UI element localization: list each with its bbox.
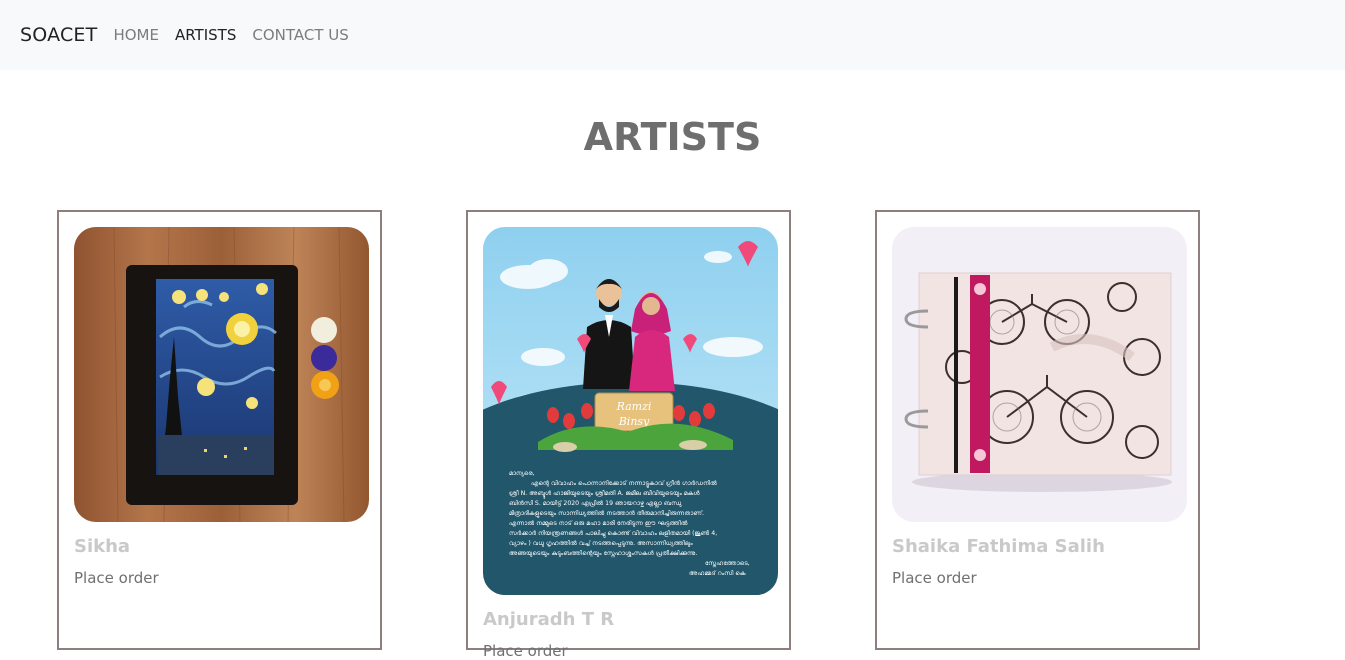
nav-links: HOME ARTISTS CONTACT US	[113, 26, 364, 44]
invitation-name-2: Binsy	[618, 415, 650, 428]
invitation-line: മിത്രാദികളുടെയും സാന്നിധ്യത്തിൽ നടത്താൻ …	[509, 509, 704, 518]
nav-link-contact[interactable]: CONTACT US	[252, 26, 348, 44]
artist-card: Ramzi Binsy മാന്യരെ, എന്റെ വിവാഹം പൊന്നാ…	[466, 210, 791, 660]
artist-card: Sikha Place order	[57, 210, 382, 650]
page-title: ARTISTS	[583, 115, 762, 159]
invitation-line: അങ്ങയുടെയും കുടുംബത്തിന്റെയും സ്നേഹാശ്ശം…	[509, 549, 697, 558]
artist-name: Shaika Fathima Salih	[892, 536, 1105, 557]
artist-name: Sikha	[74, 536, 131, 557]
artist-image-starry-night-pouch[interactable]	[74, 227, 369, 522]
invitation-line: സ്നേഹത്തോടെ,	[705, 560, 750, 568]
artist-image-wedding-invitation[interactable]: Ramzi Binsy മാന്യരെ, എന്റെ വിവാഹം പൊന്നാ…	[483, 227, 778, 595]
artist-name: Anjuradh T R	[483, 609, 615, 630]
invitation-line: അഹമ്മദ് റംസി കെ	[689, 569, 746, 577]
nav-link-home[interactable]: HOME	[113, 26, 159, 44]
place-order-link[interactable]: Place order	[483, 642, 568, 660]
invitation-name-1: Ramzi	[616, 400, 652, 413]
invitation-line: ബിൻസി S. മായിട്ട് 2020 ഏപ്രിൽ 19 ഞായറാഴ്…	[509, 499, 682, 508]
artist-card: Shaika Fathima Salih Place order	[875, 210, 1200, 650]
invitation-line: മാന്യരെ,	[509, 470, 535, 477]
invitation-line: എന്റെ വിവാഹം പൊന്നാനിക്കോട് നന്നാട്ടുകാവ…	[531, 479, 717, 488]
invitation-line: സർക്കാർ നിയന്ത്രണങ്ങൾ പാലിച്ചു കൊണ്ട് വി…	[509, 529, 717, 538]
place-order-link[interactable]: Place order	[892, 569, 977, 587]
brand-logo[interactable]: SOACET	[20, 24, 97, 46]
place-order-link[interactable]: Place order	[74, 569, 159, 587]
artist-image-bicycle-scrapbook[interactable]	[892, 227, 1187, 522]
invitation-line: എന്നാൽ നമ്മുടെ നാട് ഒരു മഹാ മാരി നേരിടുന…	[509, 519, 688, 527]
nav-link-artists[interactable]: ARTISTS	[175, 26, 236, 44]
navbar: SOACET HOME ARTISTS CONTACT US	[0, 0, 1345, 70]
invitation-line: വ്യാഴം ) വധു ഗൃഹത്തിൽ വച്ച് നടത്തപ്പെടുന…	[509, 539, 693, 548]
